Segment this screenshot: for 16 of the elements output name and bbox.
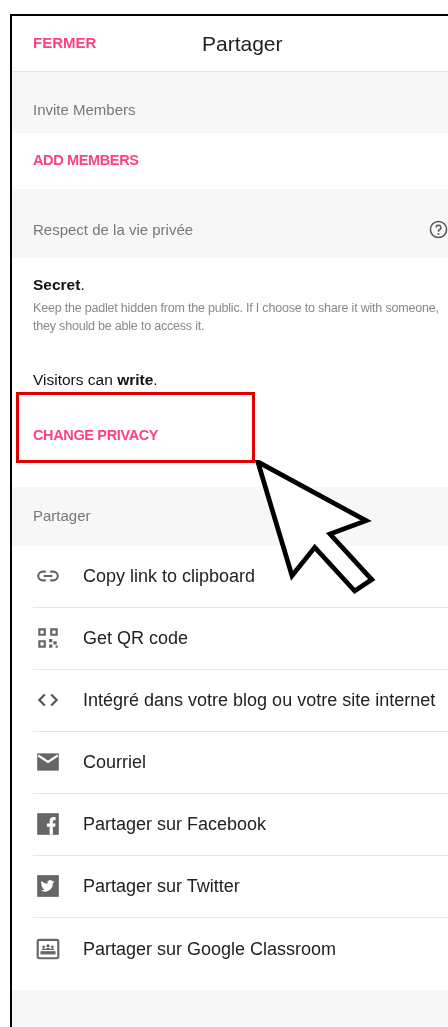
facebook-icon [35, 811, 61, 838]
section-heading: Respect de la vie privée [33, 219, 194, 240]
section-heading: Invite Members [33, 99, 136, 120]
share-option[interactable]: Courriel [33, 731, 448, 794]
share-option[interactable]: Partager sur Google Classroom [33, 917, 448, 980]
share-option[interactable]: Partager sur Facebook [33, 793, 448, 856]
privacy-description: Keep the padlet hidden from the public. If I choose to share it with someone, they should be able to access it. [33, 299, 440, 335]
section-heading: Partager [33, 506, 91, 526]
dialog-title: Partager [202, 30, 283, 57]
share-option[interactable]: Partager sur Twitter [33, 855, 448, 918]
visitors-permission: Visitors can write. [33, 369, 159, 390]
share-option[interactable]: Intégré dans votre blog ou votre site internet [33, 669, 448, 732]
share-option[interactable]: Get QR code [33, 607, 448, 670]
twitter-icon [35, 873, 61, 900]
privacy-level: Secret. [33, 275, 86, 296]
help-icon[interactable] [429, 220, 448, 240]
